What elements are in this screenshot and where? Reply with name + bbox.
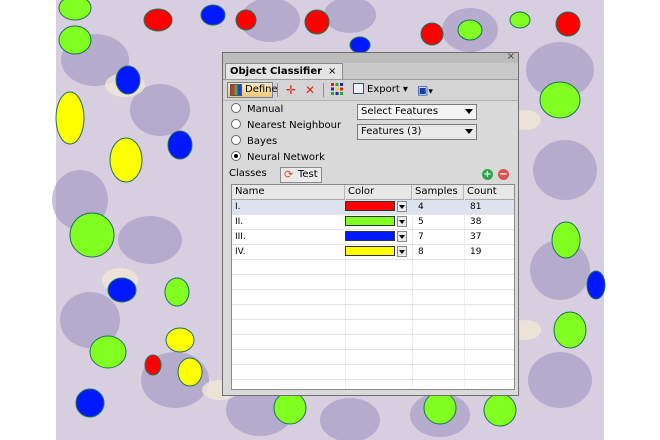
select-features-label: Select Features [361,106,439,117]
table-row[interactable]: I. 4 81 [232,200,514,215]
color-swatch[interactable] [345,231,395,241]
method-neural-network[interactable]: Neural Network [231,151,325,165]
method-manual[interactable]: Manual [231,103,283,117]
empty-row [232,260,514,275]
row-name: III. [235,232,246,242]
test-button[interactable]: ⟳ Test [280,167,322,183]
features-dropdown[interactable]: Features (3) [357,124,477,140]
row-samples: 4 [418,202,424,212]
header-samples[interactable]: Samples [412,185,464,199]
radio-neural-network[interactable] [231,151,241,161]
empty-row [232,305,514,320]
table-row[interactable]: IV. 8 19 [232,245,514,260]
header-name[interactable]: Name [232,185,345,199]
row-samples: 5 [418,217,424,227]
close-icon[interactable]: × [507,51,515,62]
export-button[interactable]: Export ▾ [353,82,408,98]
remove-class-button[interactable]: − [498,169,509,180]
empty-row [232,275,514,290]
radio-nearest-neighbour[interactable] [231,119,241,129]
classes-header: Classes ⟳ Test + − [227,167,514,183]
refresh-icon: ⟳ [284,168,294,181]
grid-view-icon[interactable] [329,82,345,98]
panel-tab-row: Object Classifier × [223,63,518,80]
toolbar-separator [277,83,278,97]
method-bayes-label: Bayes [247,136,278,147]
classes-label: Classes [229,168,267,179]
select-features-dropdown[interactable]: Select Features [357,104,477,120]
panel-title-strip: × [223,51,518,63]
method-bayes[interactable]: Bayes [231,135,277,149]
empty-row [232,320,514,335]
chevron-down-icon[interactable] [397,201,407,212]
row-name: IV. [235,247,246,257]
toolbar-separator [323,83,324,97]
tab-object-classifier[interactable]: Object Classifier × [225,63,344,79]
method-nearest-neighbour-label: Nearest Neighbour [247,120,342,131]
empty-row [232,365,514,380]
crosshair-icon[interactable]: ✛ [283,82,299,98]
row-count: 19 [470,247,482,257]
table-row[interactable]: II. 5 38 [232,215,514,230]
color-swatch[interactable] [345,216,395,226]
empty-row [232,290,514,305]
table-header: Name Color Samples Count [232,185,514,200]
row-samples: 7 [418,232,424,242]
define-button[interactable]: Define [227,82,278,98]
empty-row [232,335,514,350]
chevron-down-icon: ▾ [402,84,408,95]
object-classifier-panel: × Object Classifier × Define ✛ ✕ Export ▾… [222,51,519,396]
color-swatch[interactable] [345,201,395,211]
classes-table: Name Color Samples Count I. 4 81 II. 5 3… [231,184,515,390]
chevron-down-icon[interactable] [397,216,407,227]
chevron-down-icon[interactable] [397,246,407,257]
save-button[interactable]: ▣▾ [413,82,437,98]
export-icon [353,83,364,94]
header-count[interactable]: Count [464,185,514,199]
method-manual-label: Manual [247,104,284,115]
header-color[interactable]: Color [345,185,412,199]
table-row[interactable]: III. 7 37 [232,230,514,245]
test-label: Test [298,169,318,180]
palette-icon [230,84,242,96]
delete-icon[interactable]: ✕ [303,82,317,98]
color-swatch[interactable] [345,246,395,256]
chevron-down-icon [465,129,473,134]
row-count: 81 [470,202,482,212]
row-name: II. [235,217,244,227]
row-samples: 8 [418,247,424,257]
radio-manual[interactable] [231,103,241,113]
export-label: Export [367,84,400,95]
features-label: Features (3) [361,126,422,137]
toolbar: Define ✛ ✕ Export ▾ ▣▾ [223,80,518,101]
chevron-down-icon[interactable] [397,231,407,242]
save-icon: ▣ [417,83,429,97]
tab-close-icon[interactable]: × [328,66,336,77]
chevron-down-icon [465,109,473,114]
method-nearest-neighbour[interactable]: Nearest Neighbour [231,119,341,133]
chevron-down-icon: ▾ [428,87,433,97]
row-count: 37 [470,232,482,242]
row-name: I. [235,202,241,212]
row-count: 38 [470,217,482,227]
tab-title: Object Classifier [230,66,323,77]
empty-row [232,350,514,365]
define-label: Define [245,84,278,95]
add-class-button[interactable]: + [482,169,493,180]
radio-bayes[interactable] [231,135,241,145]
method-neural-network-label: Neural Network [247,152,325,163]
